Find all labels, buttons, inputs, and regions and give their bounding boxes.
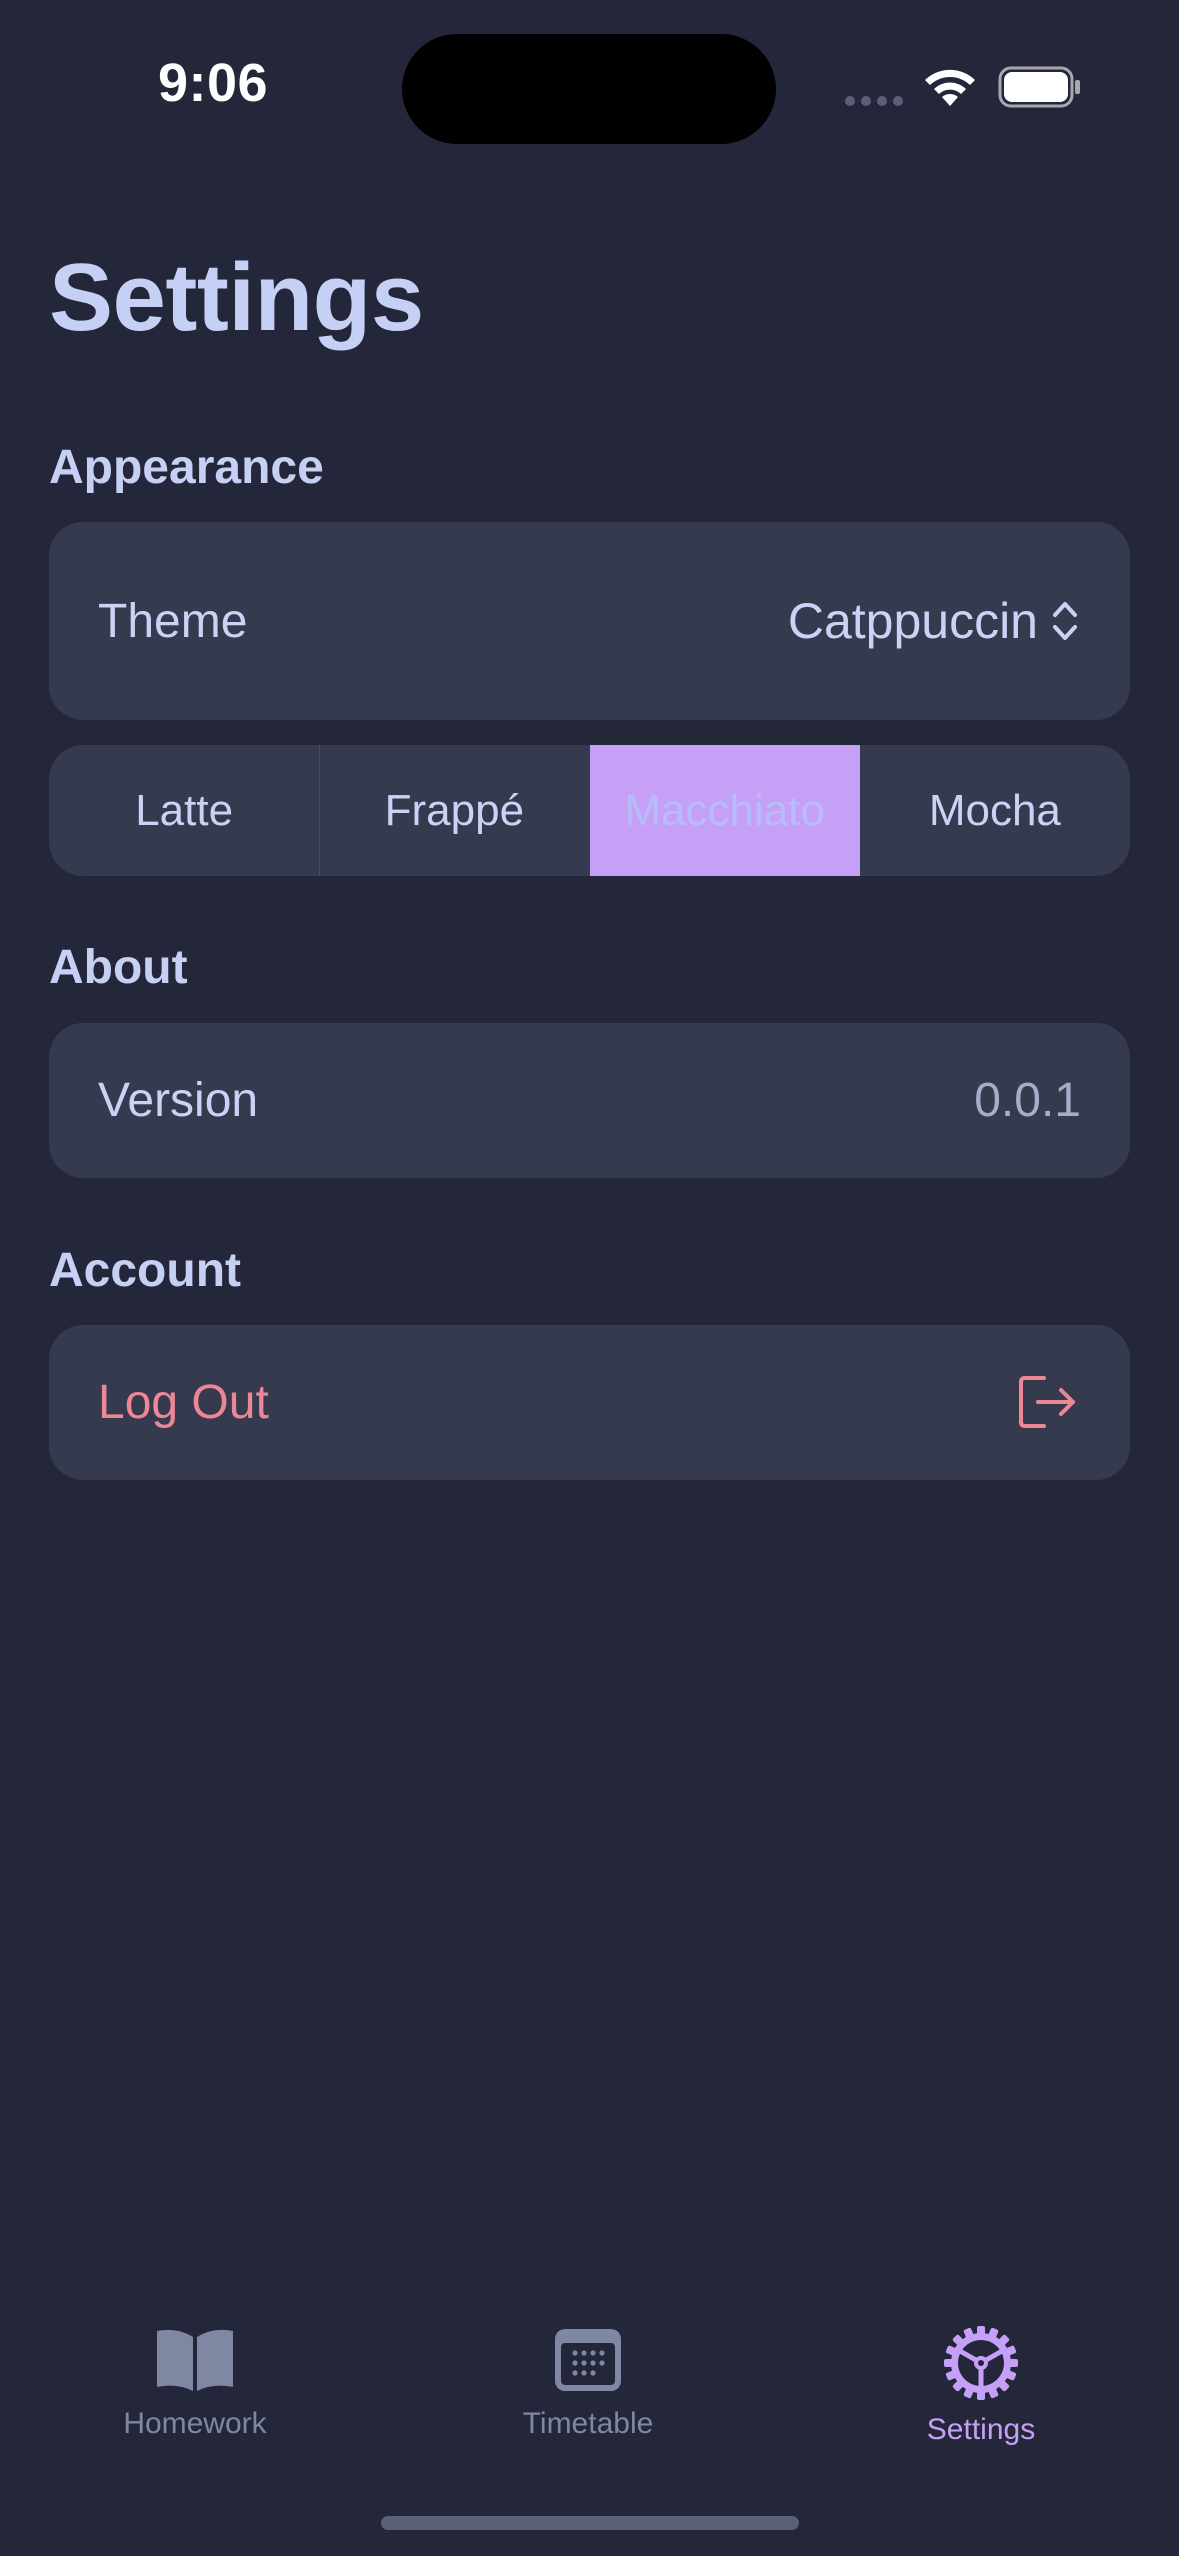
theme-value: Catppuccin: [787, 593, 1038, 649]
theme-picker[interactable]: Catppuccin: [788, 522, 1078, 720]
logout-icon: [1019, 1376, 1075, 1428]
appearance-section-header: Appearance: [49, 441, 324, 494]
home-indicator: [381, 2516, 799, 2530]
account-section-header: Account: [49, 1244, 241, 1297]
theme-row[interactable]: Theme Catppuccin: [49, 522, 1130, 720]
segment-latte[interactable]: Latte: [49, 745, 319, 876]
status-time: 9:06: [158, 53, 269, 113]
tab-settings-label: Settings: [926, 2413, 1036, 2446]
tab-homework-label: Homework: [123, 2407, 267, 2440]
segment-macchiato[interactable]: Macchiato: [589, 745, 860, 876]
battery-icon: [998, 66, 1080, 108]
page-title: Settings: [49, 244, 424, 351]
segment-frappe[interactable]: Frappé: [319, 745, 589, 876]
theme-label: Theme: [98, 595, 248, 648]
version-row: Version 0.0.1: [49, 1023, 1130, 1178]
chevron-up-down-icon: [1053, 602, 1077, 640]
logout-label: Log Out: [98, 1376, 269, 1429]
dynamic-island: [402, 34, 776, 144]
tab-timetable-label: Timetable: [522, 2407, 654, 2440]
logout-row[interactable]: Log Out: [49, 1325, 1130, 1480]
tab-settings[interactable]: Settings: [861, 2325, 1101, 2447]
segment-mocha[interactable]: Mocha: [860, 745, 1130, 876]
version-label: Version: [98, 1074, 259, 1127]
cellular-signal-icon: [845, 96, 903, 106]
book-icon: [157, 2329, 233, 2391]
about-section-header: About: [49, 941, 188, 994]
tab-timetable[interactable]: Timetable: [468, 2325, 708, 2441]
calendar-icon: [555, 2329, 621, 2391]
flavor-segmented-control[interactable]: Latte Frappé Macchiato Mocha: [49, 745, 1130, 876]
gear-icon: [944, 2326, 1018, 2400]
tab-homework[interactable]: Homework: [75, 2325, 315, 2441]
version-value: 0.0.1: [974, 1074, 1081, 1127]
status-bar: 9:06: [0, 0, 1179, 180]
wifi-icon: [925, 69, 975, 106]
